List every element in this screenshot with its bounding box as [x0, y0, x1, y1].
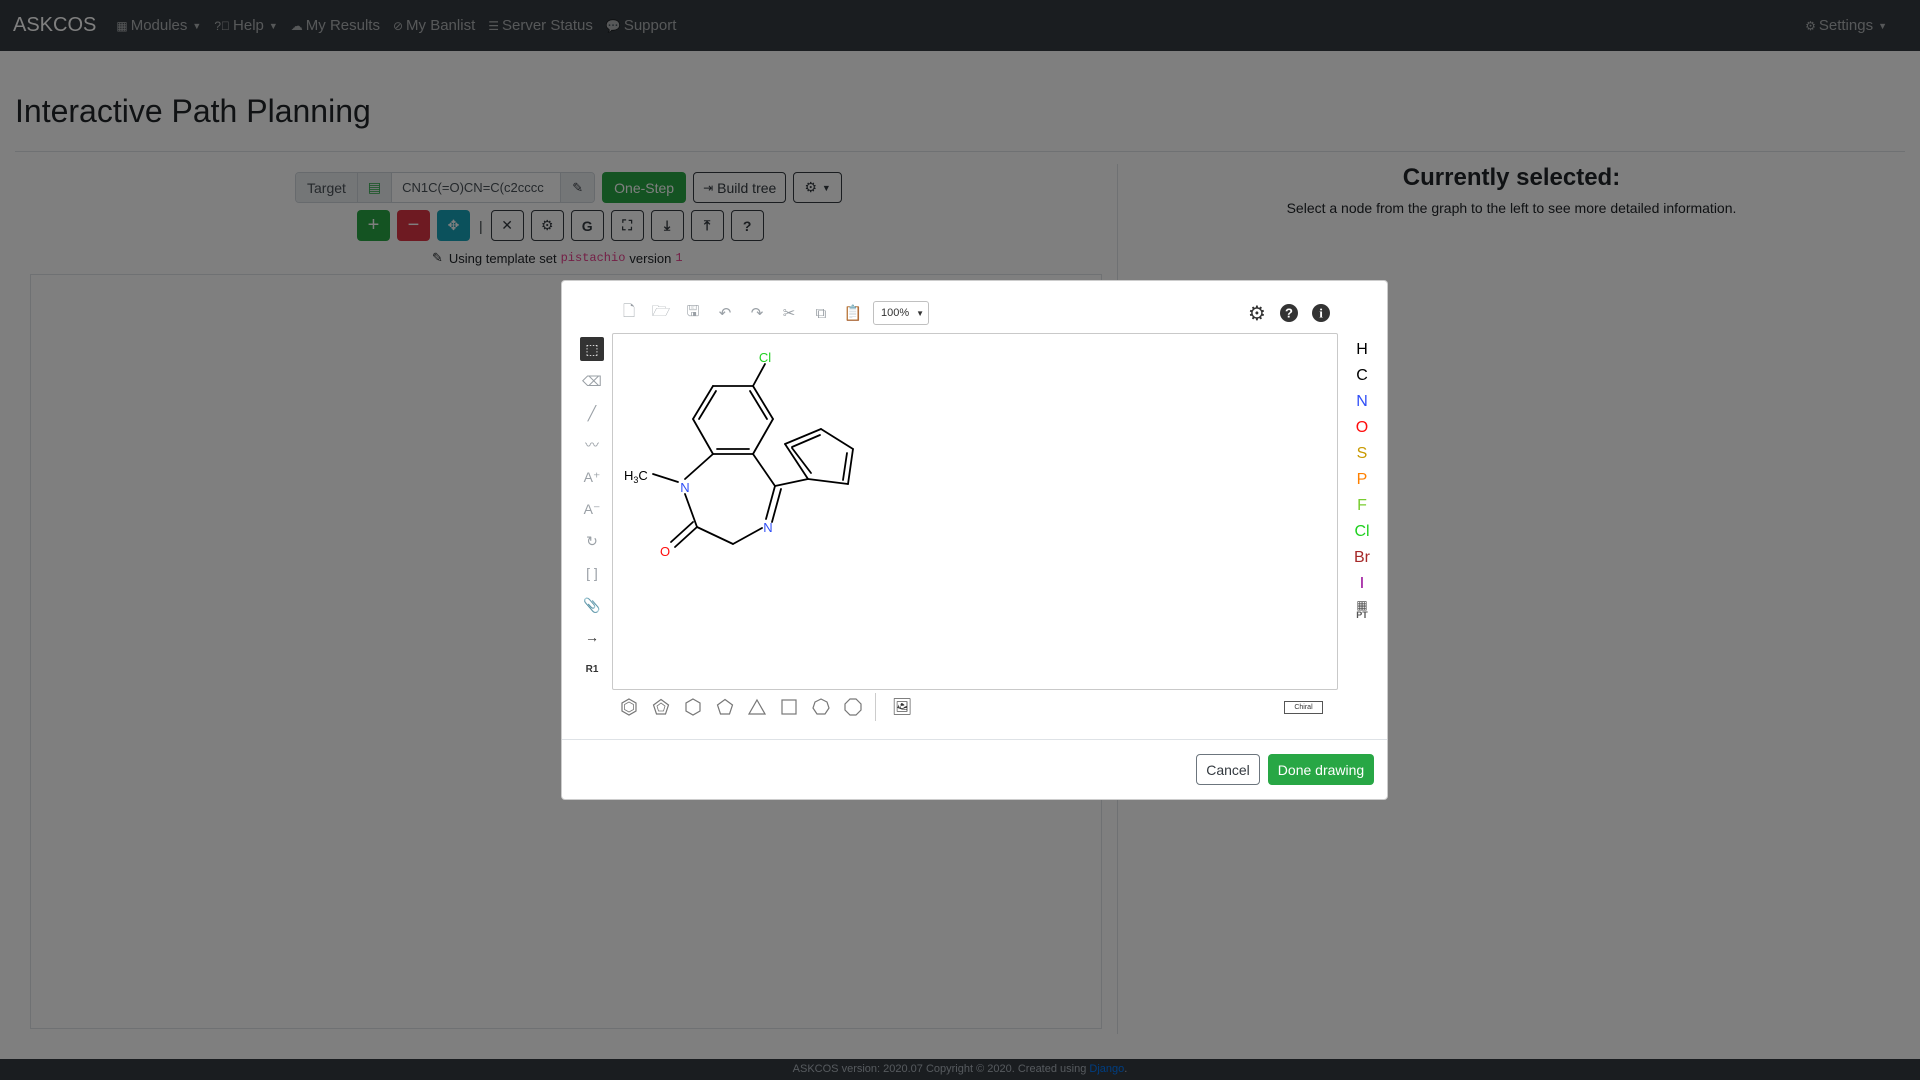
methyl-label: H3C — [624, 468, 648, 485]
molecule-drawing: Cl N N O H3C — [624, 350, 854, 559]
molecule-canvas[interactable]: Cl N N O H3C — [612, 333, 1338, 690]
eraser-icon[interactable]: ⌫ — [580, 369, 604, 393]
paste-icon[interactable]: 📋 — [841, 301, 865, 325]
atom-cl-label: Cl — [759, 350, 771, 365]
zoom-select[interactable]: 100% ▼ — [873, 301, 929, 325]
benzene-template-icon[interactable] — [617, 695, 641, 719]
attachment-icon[interactable]: 📎 — [580, 593, 604, 617]
cyclopentadiene-template-icon[interactable] — [649, 695, 673, 719]
chain-icon[interactable]: 〰 — [580, 433, 604, 457]
copy-icon[interactable]: ⧉ — [809, 301, 833, 325]
redo-icon[interactable]: ↷ — [745, 301, 769, 325]
new-file-icon[interactable]: 🗋 — [617, 301, 641, 325]
cyclopropane-template-icon[interactable] — [745, 695, 769, 719]
chiral-flag[interactable]: Chiral — [1284, 701, 1323, 714]
periodic-table-label: PT — [1356, 610, 1368, 620]
sgroup-bracket-icon[interactable]: [ ] — [580, 561, 604, 585]
svg-text:?: ? — [1285, 306, 1293, 321]
cyclohexane-template-icon[interactable] — [681, 695, 705, 719]
cyclooctane-template-icon[interactable] — [841, 695, 865, 719]
element-cl[interactable]: Cl — [1347, 519, 1377, 545]
element-o[interactable]: O — [1347, 415, 1377, 441]
element-c[interactable]: C — [1347, 363, 1377, 389]
element-palette: H C N O S P F Cl Br I ▦ PT — [1347, 337, 1377, 623]
cyclopentane-template-icon[interactable] — [713, 695, 737, 719]
info-icon[interactable]: i — [1309, 301, 1333, 325]
cyclobutane-template-icon[interactable] — [777, 695, 801, 719]
ketcher-top-toolbar: 🗋 🗁 🖫 ↶ ↷ ✂ ⧉ 📋 100% ▼ — [617, 301, 929, 325]
rotate-icon[interactable]: ↻ — [580, 529, 604, 553]
cut-icon[interactable]: ✂ — [777, 301, 801, 325]
single-bond-icon[interactable]: ╱ — [580, 401, 604, 425]
cancel-button[interactable]: Cancel — [1196, 754, 1260, 785]
atom-o-label: O — [660, 544, 670, 559]
reaction-arrow-icon[interactable]: → — [580, 625, 604, 649]
done-drawing-button[interactable]: Done drawing — [1268, 754, 1374, 785]
element-br[interactable]: Br — [1347, 545, 1377, 571]
settings-icon[interactable]: ⚙ — [1245, 301, 1269, 325]
svg-text:i: i — [1319, 306, 1323, 321]
select-tool-icon[interactable]: ⬚ — [580, 337, 604, 361]
periodic-table-icon[interactable]: ▦ PT — [1347, 597, 1377, 623]
table-grid-icon: ▦ — [1356, 598, 1368, 612]
toolbar-separator — [875, 693, 876, 721]
rgroup-icon[interactable]: R1 — [580, 657, 604, 681]
ketcher-top-right: ⚙ ? i — [1245, 301, 1341, 325]
element-s[interactable]: S — [1347, 441, 1377, 467]
template-shapes-toolbar: 🖼 — [617, 693, 922, 721]
element-n[interactable]: N — [1347, 389, 1377, 415]
charge-minus-icon[interactable]: A⁻ — [580, 497, 604, 521]
element-h[interactable]: H — [1347, 337, 1377, 363]
atom-n2-label: N — [763, 520, 772, 535]
chevron-down-icon: ▼ — [916, 308, 924, 318]
ketcher-modal: 🗋 🗁 🖫 ↶ ↷ ✂ ⧉ 📋 100% ▼ ⚙ ? i ⬚ ⌫ ╱ 〰 A⁺ … — [561, 280, 1388, 800]
cycloheptane-template-icon[interactable] — [809, 695, 833, 719]
ketcher-left-toolbar: ⬚ ⌫ ╱ 〰 A⁺ A⁻ ↻ [ ] 📎 → R1 — [580, 337, 604, 689]
element-f[interactable]: F — [1347, 493, 1377, 519]
element-p[interactable]: P — [1347, 467, 1377, 493]
zoom-value: 100% — [881, 307, 910, 319]
save-icon[interactable]: 🖫 — [681, 301, 705, 325]
open-folder-icon[interactable]: 🗁 — [649, 301, 673, 325]
undo-icon[interactable]: ↶ — [713, 301, 737, 325]
help-icon[interactable]: ? — [1277, 301, 1301, 325]
modal-footer: Cancel Done drawing — [562, 739, 1387, 799]
charge-plus-icon[interactable]: A⁺ — [580, 465, 604, 489]
element-i[interactable]: I — [1347, 571, 1377, 597]
template-library-icon[interactable]: 🖼 — [890, 695, 914, 719]
atom-n1-label: N — [680, 480, 689, 495]
